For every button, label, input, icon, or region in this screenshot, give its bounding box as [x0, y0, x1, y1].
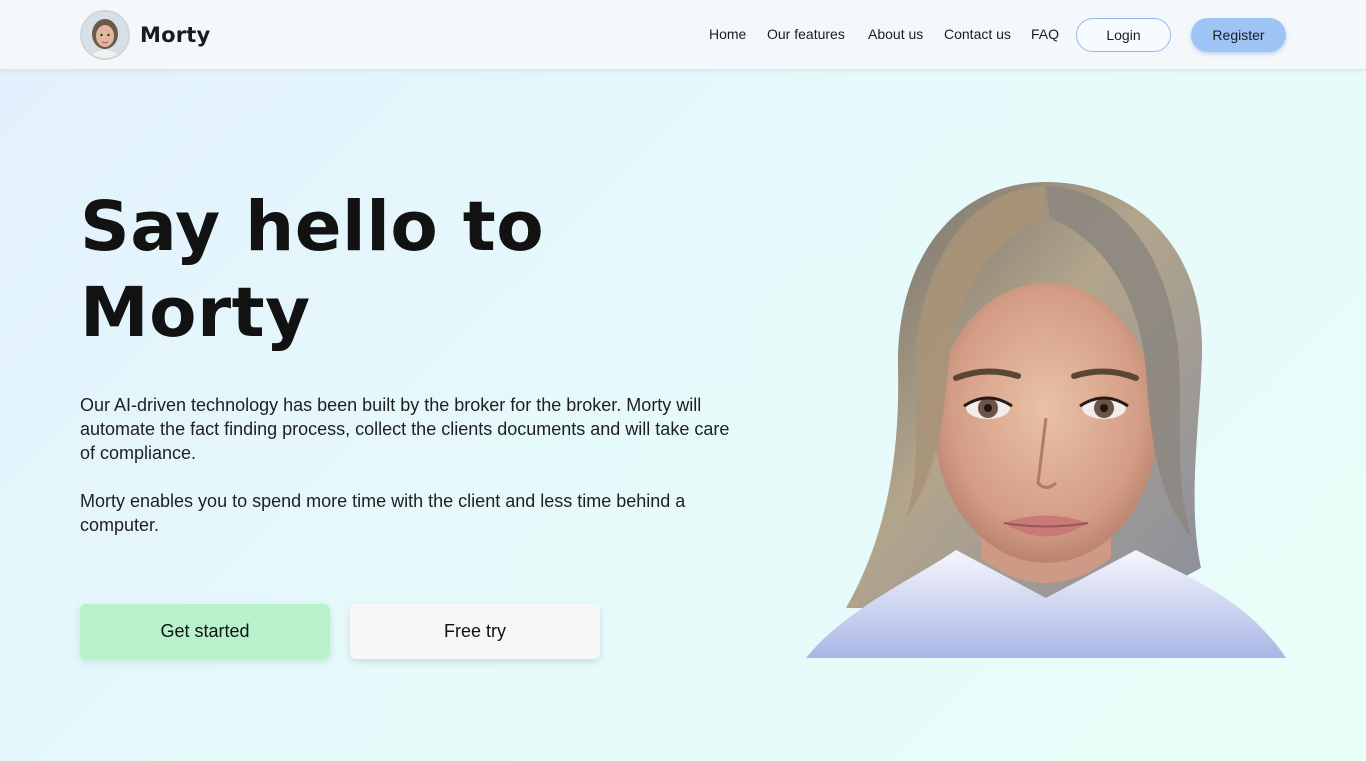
register-button[interactable]: Register [1191, 18, 1286, 52]
hero-description: Our AI-driven technology has been built … [80, 395, 730, 463]
get-started-button[interactable]: Get started [80, 604, 330, 659]
hero-title-line-2: Morty [80, 273, 311, 353]
login-button-label: Login [1106, 27, 1141, 43]
nav-home[interactable]: Home [709, 26, 746, 42]
nav-our-features[interactable]: Our features [767, 26, 845, 42]
avatar-logo-icon [80, 10, 130, 60]
login-button[interactable]: Login [1076, 18, 1171, 52]
free-try-label: Free try [443, 621, 506, 641]
hero-title: Say hello to Morty [80, 184, 680, 356]
hero-subdescription: Morty enables you to spend more time wit… [80, 491, 686, 535]
register-button-label: Register [1212, 27, 1265, 43]
hero-title-line-1: Say hello to [80, 187, 545, 267]
nav-about-us[interactable]: About us [868, 26, 923, 42]
woman-portrait-icon [806, 178, 1286, 660]
brand[interactable]: Morty [80, 10, 210, 60]
get-started-label: Get started [160, 621, 250, 641]
nav-contact-us[interactable]: Contact us [944, 26, 1011, 42]
top-navbar: Morty Home Our features About us Contact… [0, 0, 1366, 70]
nav-faq[interactable]: FAQ [1031, 26, 1059, 42]
brand-name: Morty [140, 23, 211, 47]
free-try-button[interactable]: Free try [350, 604, 600, 659]
